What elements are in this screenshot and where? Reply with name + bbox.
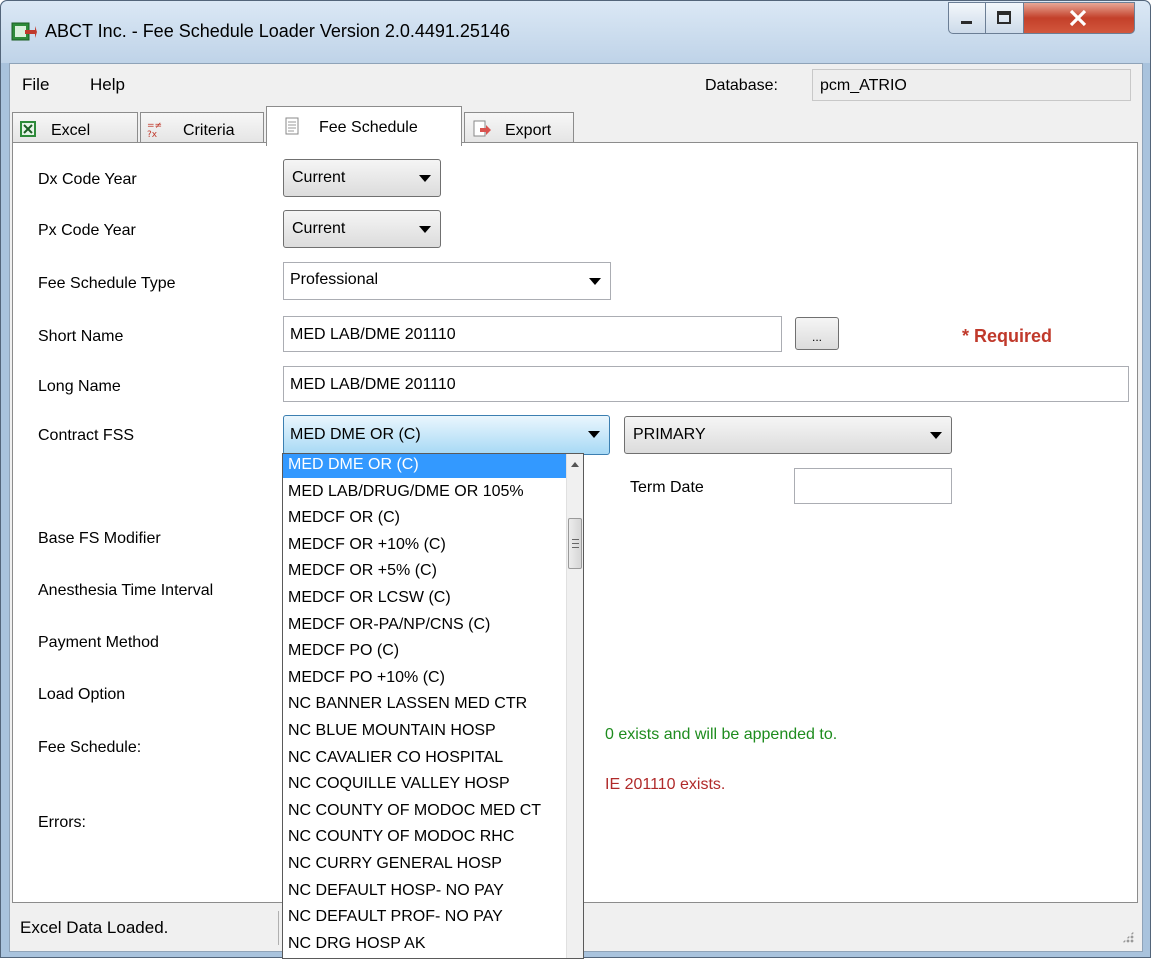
fee-schedule-type-select[interactable]: Professional bbox=[283, 262, 611, 300]
dropdown-option[interactable]: MED DME OR (C) bbox=[283, 454, 567, 478]
menu-bar: File Help Database: pcm_ATRIO bbox=[10, 64, 1142, 106]
tab-export[interactable]: Export bbox=[464, 112, 574, 145]
term-date-label: Term Date bbox=[630, 479, 704, 496]
dropdown-option[interactable]: NC BLUE MOUNTAIN HOSP bbox=[283, 720, 567, 744]
database-label: Database: bbox=[705, 77, 778, 94]
tab-criteria-label: Criteria bbox=[183, 122, 235, 139]
window-title: ABCT Inc. - Fee Schedule Loader Version … bbox=[45, 21, 510, 41]
grip-line bbox=[572, 547, 579, 548]
dx-code-year-label: Dx Code Year bbox=[38, 171, 137, 188]
close-icon bbox=[1069, 9, 1087, 27]
dropdown-option[interactable]: MEDCF OR (C) bbox=[283, 507, 567, 531]
status-separator bbox=[278, 911, 279, 945]
term-date-input[interactable] bbox=[794, 468, 952, 504]
title-bar[interactable]: ABCT Inc. - Fee Schedule Loader Version … bbox=[1, 1, 1150, 63]
chevron-down-icon bbox=[930, 432, 942, 439]
dropdown-option[interactable]: NC COQUILLE VALLEY HOSP bbox=[283, 773, 567, 797]
close-button[interactable] bbox=[1024, 2, 1135, 34]
fee-schedule-status-label: Fee Schedule: bbox=[38, 739, 142, 756]
dropdown-option[interactable]: NC DEFAULT HOSP- NO PAY bbox=[283, 880, 567, 904]
long-name-label: Long Name bbox=[38, 378, 121, 395]
dropdown-option[interactable]: MEDCF OR +10% (C) bbox=[283, 534, 567, 558]
required-note: * Required bbox=[962, 326, 1053, 346]
maximize-button[interactable] bbox=[986, 2, 1024, 34]
chevron-down-icon bbox=[419, 175, 431, 182]
tab-criteria[interactable]: =≠ ?x Criteria bbox=[140, 112, 264, 145]
fee-schedule-status-message: 0 exists and will be appended to. bbox=[605, 726, 838, 743]
px-code-year-label: Px Code Year bbox=[38, 222, 136, 239]
grip-line bbox=[572, 543, 579, 544]
long-name-input[interactable]: MED LAB/DME 201110 bbox=[283, 366, 1129, 402]
errors-message: IE 201110 exists. bbox=[605, 776, 726, 793]
tab-excel[interactable]: Excel bbox=[12, 112, 138, 145]
anesthesia-time-interval-label: Anesthesia Time Interval bbox=[38, 582, 214, 599]
dropdown-option[interactable]: NC CURRY GENERAL HOSP bbox=[283, 853, 567, 877]
dropdown-option[interactable]: MED LAB/DRUG/DME OR 105% bbox=[283, 481, 567, 505]
short-name-input[interactable]: MED LAB/DME 201110 bbox=[283, 316, 782, 352]
app-window: ABCT Inc. - Fee Schedule Loader Version … bbox=[0, 0, 1151, 959]
criteria-icon: =≠?x bbox=[147, 121, 162, 138]
excel-icon bbox=[20, 121, 36, 137]
tab-fee-schedule-label: Fee Schedule bbox=[319, 119, 418, 136]
dropdown-option[interactable]: NC DEFAULT PROF- NO PAY bbox=[283, 906, 567, 930]
export-icon bbox=[473, 120, 491, 137]
payment-method-label: Payment Method bbox=[38, 634, 159, 651]
svg-text:?x: ?x bbox=[147, 130, 158, 138]
status-text: Excel Data Loaded. bbox=[20, 918, 169, 937]
tab-fee-schedule[interactable]: Fee Schedule bbox=[266, 106, 462, 146]
dx-code-year-value: Current bbox=[292, 169, 346, 186]
dropdown-option[interactable]: MEDCF PO (C) bbox=[283, 640, 567, 664]
dropdown-option[interactable]: MEDCF OR LCSW (C) bbox=[283, 587, 567, 611]
contract-fss-secondary-value: PRIMARY bbox=[633, 426, 706, 443]
tab-strip: Excel =≠ ?x Criteria Fee Schedule Export bbox=[10, 106, 1142, 146]
chevron-down-icon bbox=[589, 278, 601, 285]
contract-fss-value: MED DME OR (C) bbox=[290, 426, 421, 443]
px-code-year-value: Current bbox=[292, 220, 346, 237]
dropdown-option[interactable]: NC DRG HOSP AK bbox=[283, 933, 567, 957]
minimize-icon bbox=[961, 21, 972, 24]
tab-export-label: Export bbox=[505, 122, 552, 139]
grip-line bbox=[572, 539, 579, 540]
dropdown-option[interactable]: MEDCF PO +10% (C) bbox=[283, 667, 567, 691]
fee-schedule-type-label: Fee Schedule Type bbox=[38, 275, 176, 292]
menu-file[interactable]: File bbox=[22, 75, 49, 95]
document-icon bbox=[285, 117, 299, 135]
menu-help[interactable]: Help bbox=[90, 75, 125, 95]
minimize-button[interactable] bbox=[948, 2, 986, 34]
dropdown-option[interactable]: MEDCF OR-PA/NP/CNS (C) bbox=[283, 614, 567, 638]
dropdown-option[interactable]: NC COUNTY OF MODOC RHC bbox=[283, 826, 567, 850]
dropdown-option[interactable]: NC COUNTY OF MODOC MED CT bbox=[283, 800, 567, 824]
errors-label: Errors: bbox=[38, 814, 86, 831]
base-fs-modifier-label: Base FS Modifier bbox=[38, 530, 161, 547]
contract-fss-label: Contract FSS bbox=[38, 427, 135, 444]
contract-fss-select[interactable]: MED DME OR (C) bbox=[283, 415, 610, 455]
browse-button[interactable]: ... bbox=[795, 317, 839, 350]
px-code-year-select[interactable]: Current bbox=[283, 210, 441, 248]
dropdown-option[interactable]: NC CAVALIER CO HOSPITAL bbox=[283, 747, 567, 771]
chevron-down-icon bbox=[588, 431, 600, 438]
tab-excel-label: Excel bbox=[51, 122, 91, 139]
contract-fss-dropdown-list[interactable]: MED DME OR (C) MED LAB/DRUG/DME OR 105% ME… bbox=[282, 453, 584, 959]
short-name-label: Short Name bbox=[38, 328, 124, 345]
app-icon bbox=[11, 22, 37, 41]
scroll-thumb[interactable] bbox=[568, 518, 582, 569]
dropdown-option[interactable]: NC BANNER LASSEN MED CTR bbox=[283, 693, 567, 717]
dropdown-scrollbar[interactable] bbox=[566, 454, 583, 958]
dropdown-option[interactable]: MEDCF OR +5% (C) bbox=[283, 560, 567, 584]
fee-schedule-type-value: Professional bbox=[290, 271, 379, 288]
dx-code-year-select[interactable]: Current bbox=[283, 159, 441, 197]
scroll-up-arrow-icon[interactable] bbox=[571, 462, 579, 467]
database-field: pcm_ATRIO bbox=[812, 69, 1131, 101]
resize-grip-icon[interactable] bbox=[1122, 931, 1134, 943]
load-option-label: Load Option bbox=[38, 686, 126, 703]
maximize-icon bbox=[997, 11, 1011, 24]
chevron-down-icon bbox=[419, 226, 431, 233]
contract-fss-secondary-select[interactable]: PRIMARY bbox=[624, 416, 952, 454]
